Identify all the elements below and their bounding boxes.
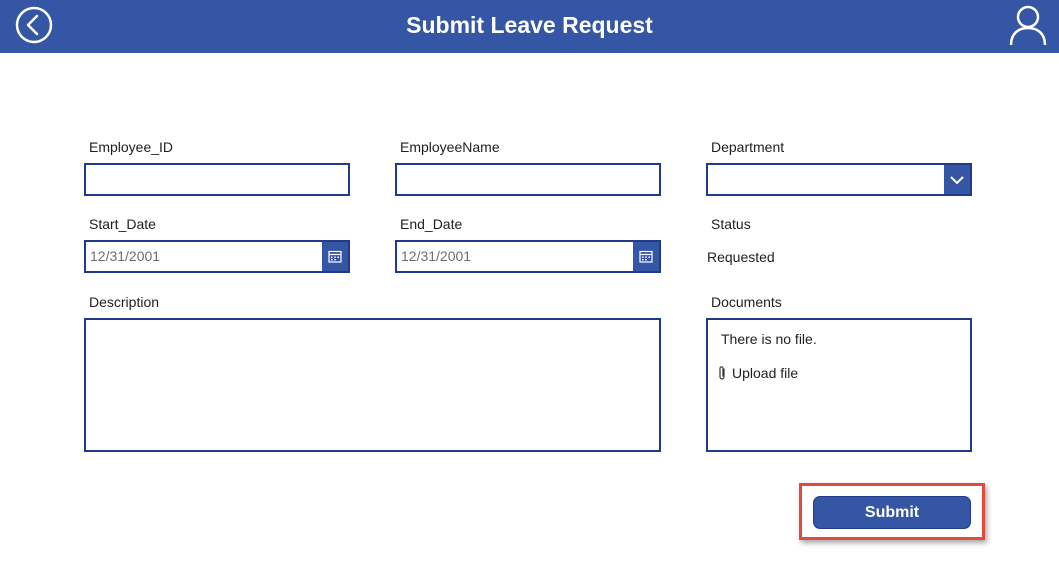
start-date-label: Start_Date (89, 216, 156, 232)
start-date-calendar-button[interactable] (322, 242, 348, 271)
page-title: Submit Leave Request (406, 12, 653, 38)
calendar-icon (328, 250, 342, 263)
submit-button[interactable]: Submit (813, 496, 971, 529)
start-date-picker[interactable]: 12/31/2001 (84, 240, 350, 273)
end-date-calendar-button[interactable] (633, 242, 659, 271)
dropdown-toggle[interactable] (944, 165, 970, 194)
paperclip-icon (719, 366, 725, 380)
employee-id-input[interactable] (84, 163, 350, 196)
department-label: Department (711, 139, 785, 155)
status-value: Requested (707, 249, 775, 265)
employee-name-input[interactable] (395, 163, 661, 196)
chevron-down-icon (950, 175, 964, 184)
header-bar: Submit Leave Request (0, 0, 1059, 53)
calendar-icon (639, 250, 653, 263)
end-date-value: 12/31/2001 (401, 248, 472, 264)
no-file-message: There is no file. (721, 331, 817, 347)
status-label: Status (711, 216, 751, 232)
description-label: Description (89, 294, 160, 310)
description-textarea[interactable] (84, 318, 661, 452)
employee-id-label: Employee_ID (89, 139, 174, 155)
documents-attachment-box: There is no file. Upload file (706, 318, 972, 452)
start-date-value: 12/31/2001 (90, 248, 161, 264)
employee-name-label: EmployeeName (400, 139, 500, 155)
user-icon (1009, 5, 1047, 46)
department-dropdown[interactable] (706, 163, 972, 196)
documents-label: Documents (711, 294, 782, 310)
upload-file-label: Upload file (732, 365, 799, 381)
upload-file-link[interactable]: Upload file (716, 365, 798, 381)
user-profile-button[interactable] (1008, 4, 1048, 46)
end-date-label: End_Date (400, 216, 463, 232)
end-date-picker[interactable]: 12/31/2001 (395, 240, 661, 273)
